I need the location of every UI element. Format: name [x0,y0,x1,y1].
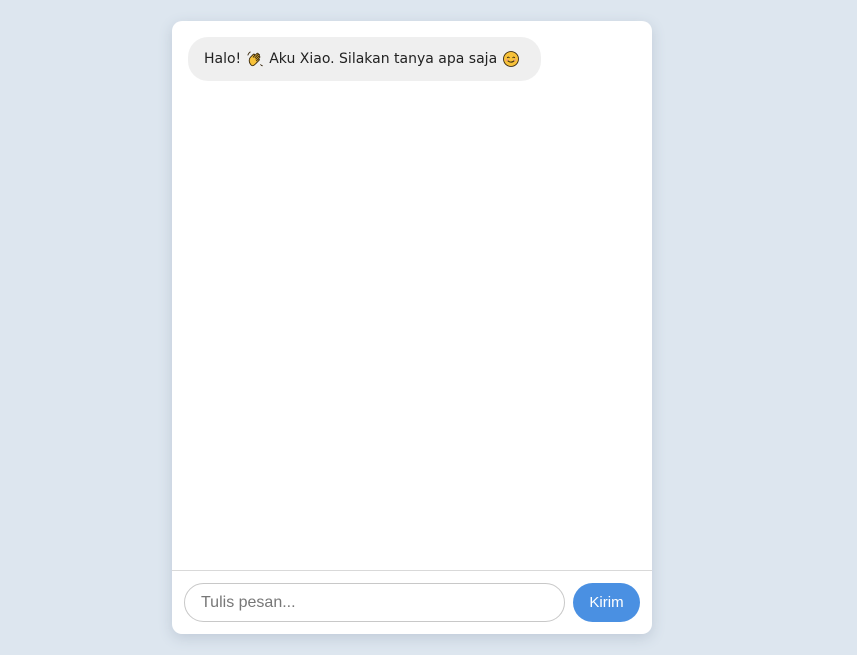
message-text-greeting: Halo! [204,51,242,67]
chat-window: Halo! Aku Xiao. Silakan tanya apa saja T… [172,21,652,634]
message-list: Halo! Aku Xiao. Silakan tanya apa saja [172,21,652,570]
waving-hand-icon [246,50,264,68]
message-text-body: Aku Xiao. Silakan tanya apa saja [269,51,498,67]
smiling-face-icon [502,50,520,68]
bot-message-bubble: Halo! Aku Xiao. Silakan tanya apa saja [188,37,542,81]
send-button[interactable]: Kirim [573,583,640,622]
message-input[interactable] [184,583,565,622]
message-composer: Kirim [172,571,652,634]
